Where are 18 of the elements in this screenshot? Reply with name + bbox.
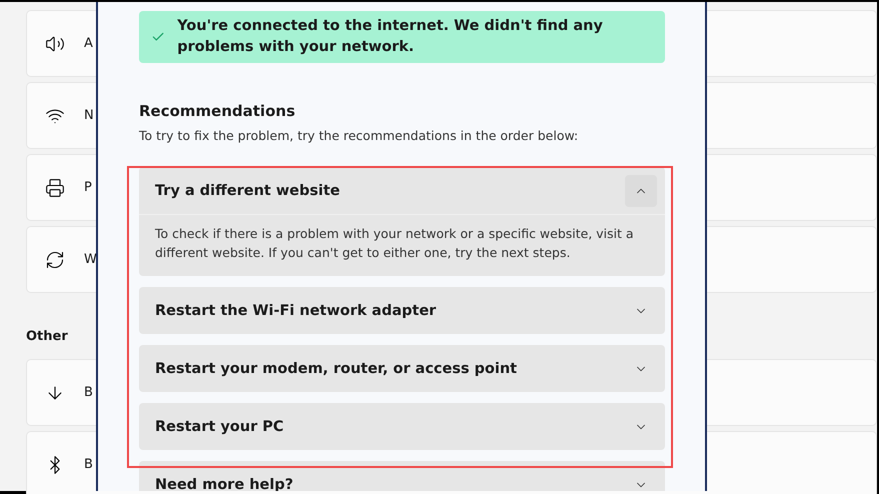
card-label: B: [84, 457, 93, 472]
status-message: You're connected to the internet. We didn't find any problems with your network.: [177, 17, 604, 57]
card-label: A: [84, 36, 93, 51]
accordion-title: Restart your PC: [155, 418, 284, 434]
printer-icon: [45, 178, 65, 198]
accordion-title: Restart the Wi-Fi network adapter: [155, 302, 436, 318]
accordion-title: Restart your modem, router, or access point: [155, 360, 517, 376]
card-label: B: [84, 385, 93, 400]
card-label: N: [84, 108, 94, 123]
intro-text: To try to fix the problem, try the recommendations in the order below:: [139, 128, 580, 143]
card-label: P: [84, 180, 92, 195]
section-title: Other: [26, 329, 69, 344]
accordion-title: Try a different website: [155, 182, 340, 198]
expand-toggle[interactable]: [625, 174, 657, 206]
card-label: W: [84, 252, 97, 267]
accordion-body: To check if there is a problem with your network or a specific website, visit a different website. If you can't get to either one, try the next steps.: [154, 225, 635, 262]
section-heading: Recommendations: [139, 102, 296, 120]
refresh-icon: [45, 250, 65, 270]
